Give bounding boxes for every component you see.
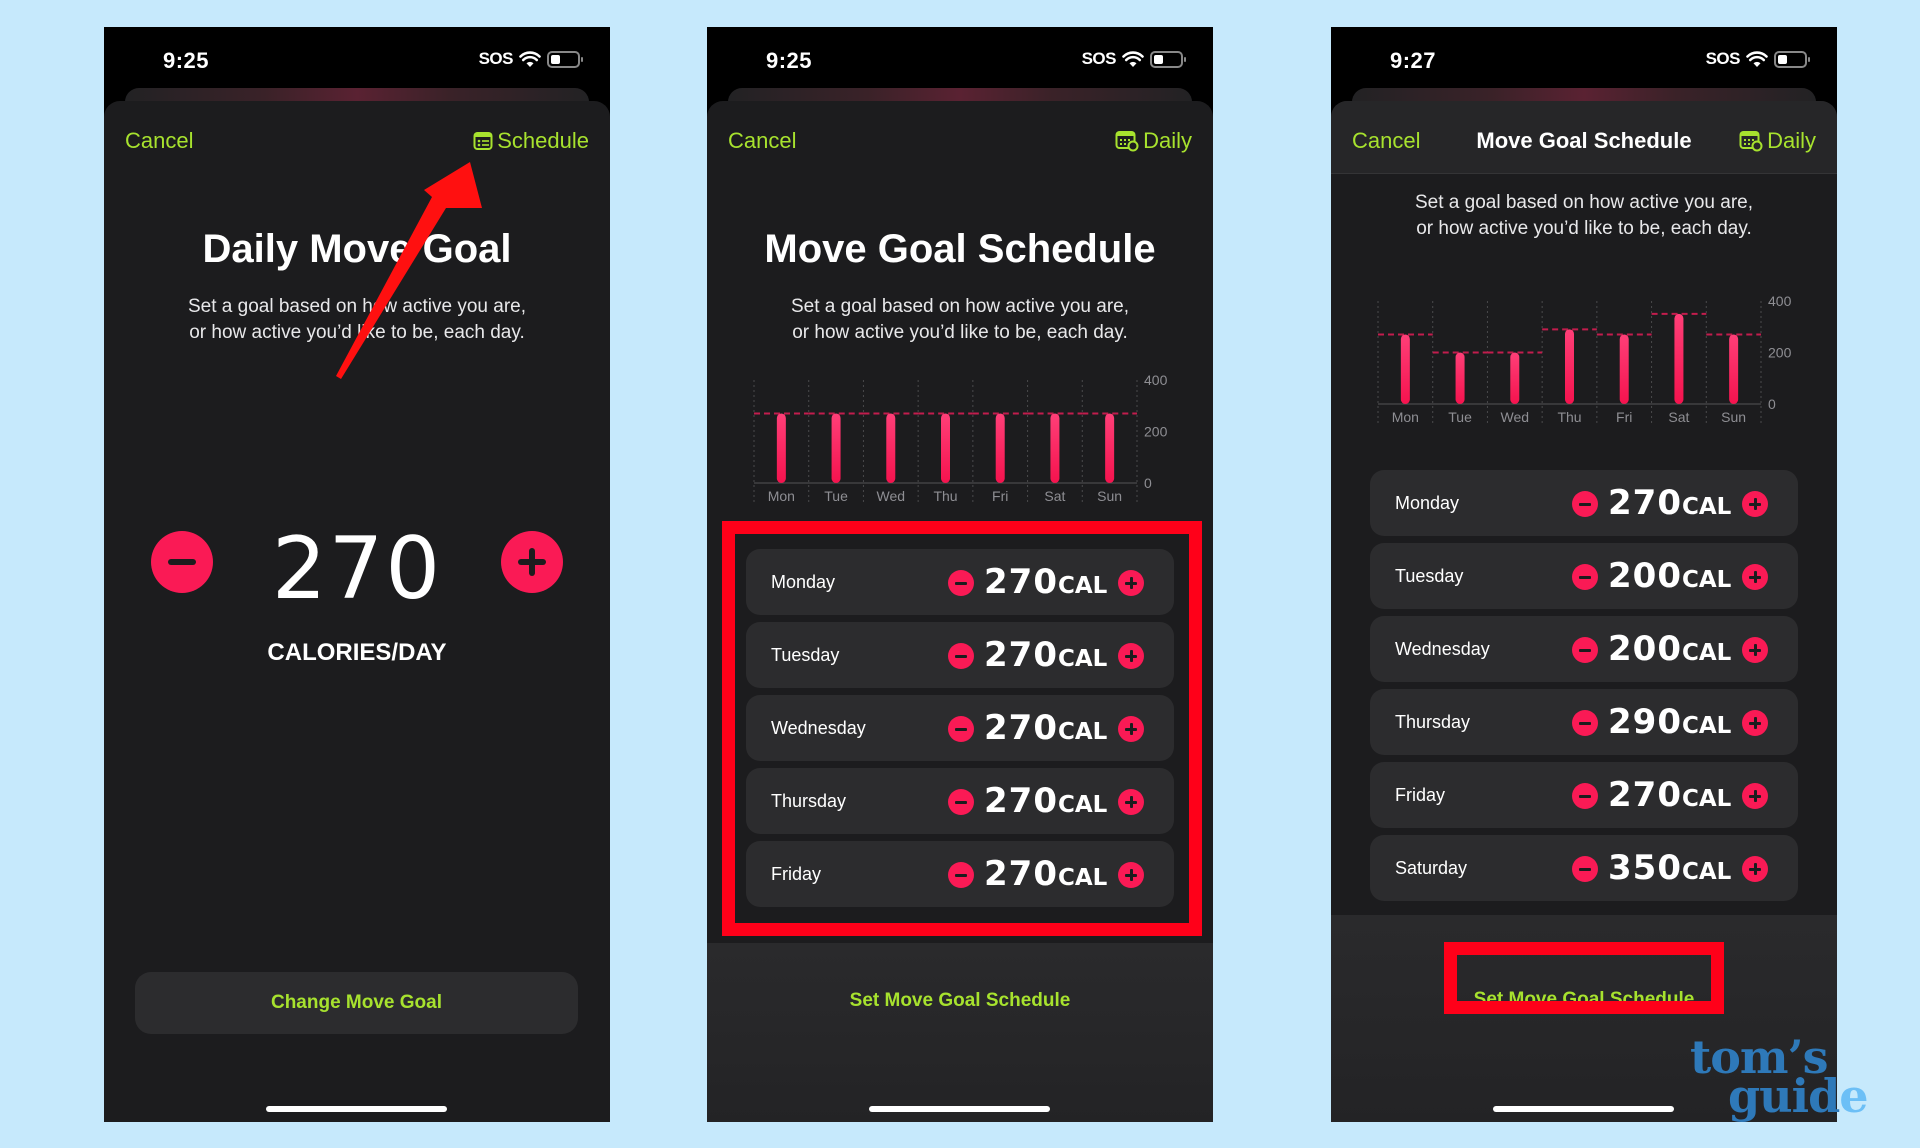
toms-guide-logo: tom’s guide — [1690, 1034, 1869, 1124]
logo-line-2: guide — [1728, 1069, 1869, 1124]
red-arrow-annotation — [336, 162, 482, 379]
highlight-box-day-list — [722, 521, 1202, 936]
highlight-box-set-button — [1444, 942, 1724, 1014]
